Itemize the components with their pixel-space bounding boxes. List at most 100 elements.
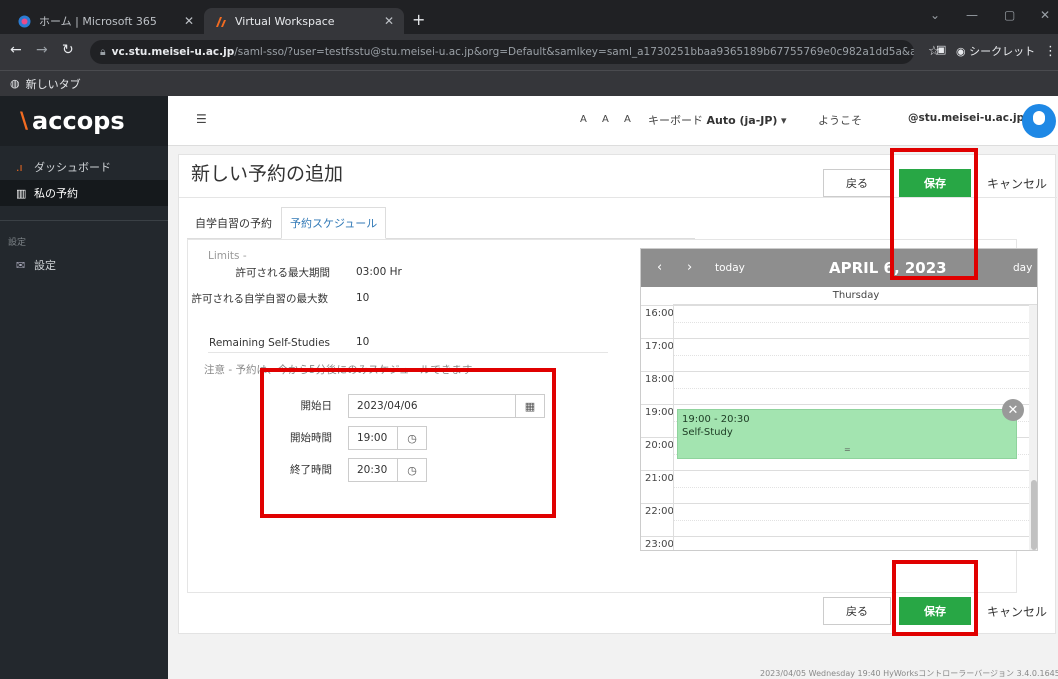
calendar-hour-row[interactable]: 21:00 <box>641 470 1029 503</box>
hour-label: 21:00 <box>645 473 674 484</box>
menu-toggle-icon[interactable]: ☰ <box>196 112 207 126</box>
start-date-label: 開始日 <box>300 400 333 412</box>
browser-tab-bar: ホーム | Microsoft 365 ✕ Virtual Workspace … <box>0 0 1058 34</box>
address-bar[interactable]: 🔒︎ vc.stu.meisei-u.ac.jp/saml-sso/?user=… <box>90 40 914 64</box>
lock-icon: 🔒︎ <box>100 45 106 58</box>
clock-icon[interactable]: ◷ <box>397 426 427 450</box>
forward-arrow-icon[interactable]: → <box>36 42 48 58</box>
incognito-label: シークレット <box>969 45 1036 58</box>
end-time-input[interactable]: 20:30 <box>348 458 398 482</box>
mail-icon: ✉ <box>16 258 26 272</box>
user-menu[interactable]: @stu.meisei-u.ac.jp ▾ <box>908 112 1033 124</box>
keyboard-label: キーボード <box>648 114 703 127</box>
resize-handle-icon[interactable]: = <box>844 443 851 456</box>
globe-icon: ◍ <box>10 77 20 90</box>
main-content: 新しい予約の追加 自学自習の予約 予約スケジュール 戻る 保存 キャンセル Li… <box>168 146 1058 679</box>
calendar-hour-row[interactable]: 17:00 <box>641 338 1029 371</box>
cancel-button[interactable]: キャンセル <box>979 169 1055 197</box>
tab-title: Virtual Workspace <box>235 14 335 28</box>
divider <box>179 197 1057 198</box>
max-period-label: 許可される最大期間 <box>235 267 331 279</box>
today-button[interactable]: today <box>715 262 745 274</box>
avatar[interactable] <box>1022 104 1056 138</box>
browser-tab-virtual-workspace[interactable]: Virtual Workspace ✕ <box>204 8 404 34</box>
calendar-hour-row[interactable]: 22:00 <box>641 503 1029 536</box>
schedule-form: Limits - 許可される最大期間 03:00 Hr 許可される自学自習の最大… <box>187 239 1038 593</box>
save-button-bottom[interactable]: 保存 <box>899 597 971 625</box>
calendar-hour-row[interactable]: 18:00 <box>641 371 1029 404</box>
page-title: 新しい予約の追加 <box>191 163 344 185</box>
calendar-day-header: Thursday <box>673 287 1037 305</box>
tab-self-study[interactable]: 自学自習の予約 <box>187 207 280 239</box>
day-view-button[interactable]: day <box>1013 262 1032 274</box>
accops-icon <box>214 15 227 28</box>
close-icon[interactable]: ✕ <box>384 14 394 28</box>
half-hour-line <box>673 355 1029 356</box>
maximize-icon[interactable]: ▢ <box>1004 8 1015 22</box>
calendar-hour-row[interactable]: 16:00 <box>641 305 1029 338</box>
app-header: ☰ A A A キーボード Auto (ja-JP) ▾ ようこそ @stu.m… <box>168 96 1058 146</box>
remaining-label: Remaining Self-Studies <box>209 337 330 349</box>
max-count-label: 許可される自学自習の最大数 <box>191 293 329 305</box>
reload-icon[interactable]: ↻ <box>62 42 74 58</box>
calendar-hour-row[interactable]: 23:00 <box>641 536 1029 550</box>
incognito-icon: ◉ <box>956 45 966 58</box>
user-icon <box>1033 111 1045 125</box>
microsoft365-icon <box>18 15 31 28</box>
event-time: 19:00 - 20:30 <box>682 414 750 425</box>
event-title: Self-Study <box>682 427 733 438</box>
bar-chart-icon: .ı <box>16 160 23 174</box>
sidebar-item-settings[interactable]: ✉ 設定 <box>0 252 168 278</box>
incognito-indicator[interactable]: ▣ ◉ シークレット <box>936 43 1036 59</box>
start-time-label: 開始時間 <box>290 432 332 444</box>
chevron-right-icon[interactable]: › <box>687 260 692 275</box>
time-gutter-divider <box>673 305 674 550</box>
menu-kebab-icon[interactable]: ⋮ <box>1044 44 1057 59</box>
calendar-header: ‹ › today APRIL 6, 2023 day <box>641 249 1037 287</box>
chevron-left-icon[interactable]: ‹ <box>657 260 662 275</box>
caret-down-icon: ▾ <box>780 114 787 127</box>
back-button-bottom[interactable]: 戻る <box>823 597 891 625</box>
book-icon: ▥ <box>16 186 27 200</box>
save-button[interactable]: 保存 <box>899 169 971 197</box>
bookmarks-bar: ◍ 新しいタブ <box>0 70 1058 96</box>
sidebar-item-my-reservations[interactable]: ▥ 私の予約 <box>0 180 168 206</box>
tab-schedule[interactable]: 予約スケジュール <box>281 207 387 239</box>
bookmark-new-tab[interactable]: 新しいタブ <box>26 76 81 92</box>
delete-event-icon[interactable]: ✕ <box>1002 399 1024 421</box>
calendar-event[interactable]: 19:00 - 20:30 Self-Study = <box>677 409 1017 459</box>
max-period-value: 03:00 Hr <box>356 266 402 278</box>
start-time-input[interactable]: 19:00 <box>348 426 398 450</box>
day-calendar: ‹ › today APRIL 6, 2023 day Thursday 16:… <box>640 248 1038 551</box>
sidebar-item-label: 設定 <box>34 259 56 272</box>
browser-toolbar: ← → ↻ 🔒︎ vc.stu.meisei-u.ac.jp/saml-sso/… <box>0 34 1058 70</box>
minimize-icon[interactable]: — <box>966 8 978 22</box>
cancel-button-bottom[interactable]: キャンセル <box>979 597 1055 625</box>
hour-label: 22:00 <box>645 506 674 517</box>
browser-tab-microsoft365[interactable]: ホーム | Microsoft 365 ✕ <box>8 8 204 34</box>
keyboard-selector[interactable]: キーボード Auto (ja-JP) ▾ <box>648 112 787 128</box>
url-path: /saml-sso/?user=testfsstu@stu.meisei-u.a… <box>234 46 914 58</box>
font-size-toggle[interactable]: A A A <box>580 114 637 125</box>
close-icon[interactable]: ✕ <box>184 14 194 28</box>
start-date-input[interactable]: 2023/04/06 <box>348 394 516 418</box>
sidebar-item-dashboard[interactable]: .ı ダッシュボード <box>0 154 168 180</box>
new-tab-icon[interactable]: + <box>412 10 425 29</box>
window-close-icon[interactable]: ✕ <box>1040 8 1050 22</box>
reservation-panel: 新しい予約の追加 自学自習の予約 予約スケジュール 戻る 保存 キャンセル Li… <box>178 154 1057 634</box>
half-hour-line <box>673 520 1029 521</box>
divider <box>208 352 608 353</box>
user-name: @stu.meisei-u.ac.jp <box>908 112 1025 124</box>
calendar-scrollbar[interactable] <box>1029 305 1037 550</box>
hour-label: 23:00 <box>645 539 674 550</box>
back-button[interactable]: 戻る <box>823 169 891 197</box>
chevron-down-icon[interactable]: ⌄ <box>930 8 940 22</box>
back-arrow-icon[interactable]: ← <box>10 42 22 58</box>
end-time-label: 終了時間 <box>290 464 332 476</box>
sidebar: \ accops .ı ダッシュボード ▥ 私の予約 設定 ✉ 設定 <box>0 96 168 679</box>
scrollbar-thumb[interactable] <box>1031 480 1037 550</box>
calendar-icon[interactable]: ▦ <box>515 394 545 418</box>
footer-version: 2023/04/05 Wednesday 19:40 HyWorksコントローラ… <box>760 669 1058 678</box>
clock-icon[interactable]: ◷ <box>397 458 427 482</box>
schedule-note: 注意 - 予約は、今から5分後にのみスケジュールできます <box>204 364 473 376</box>
